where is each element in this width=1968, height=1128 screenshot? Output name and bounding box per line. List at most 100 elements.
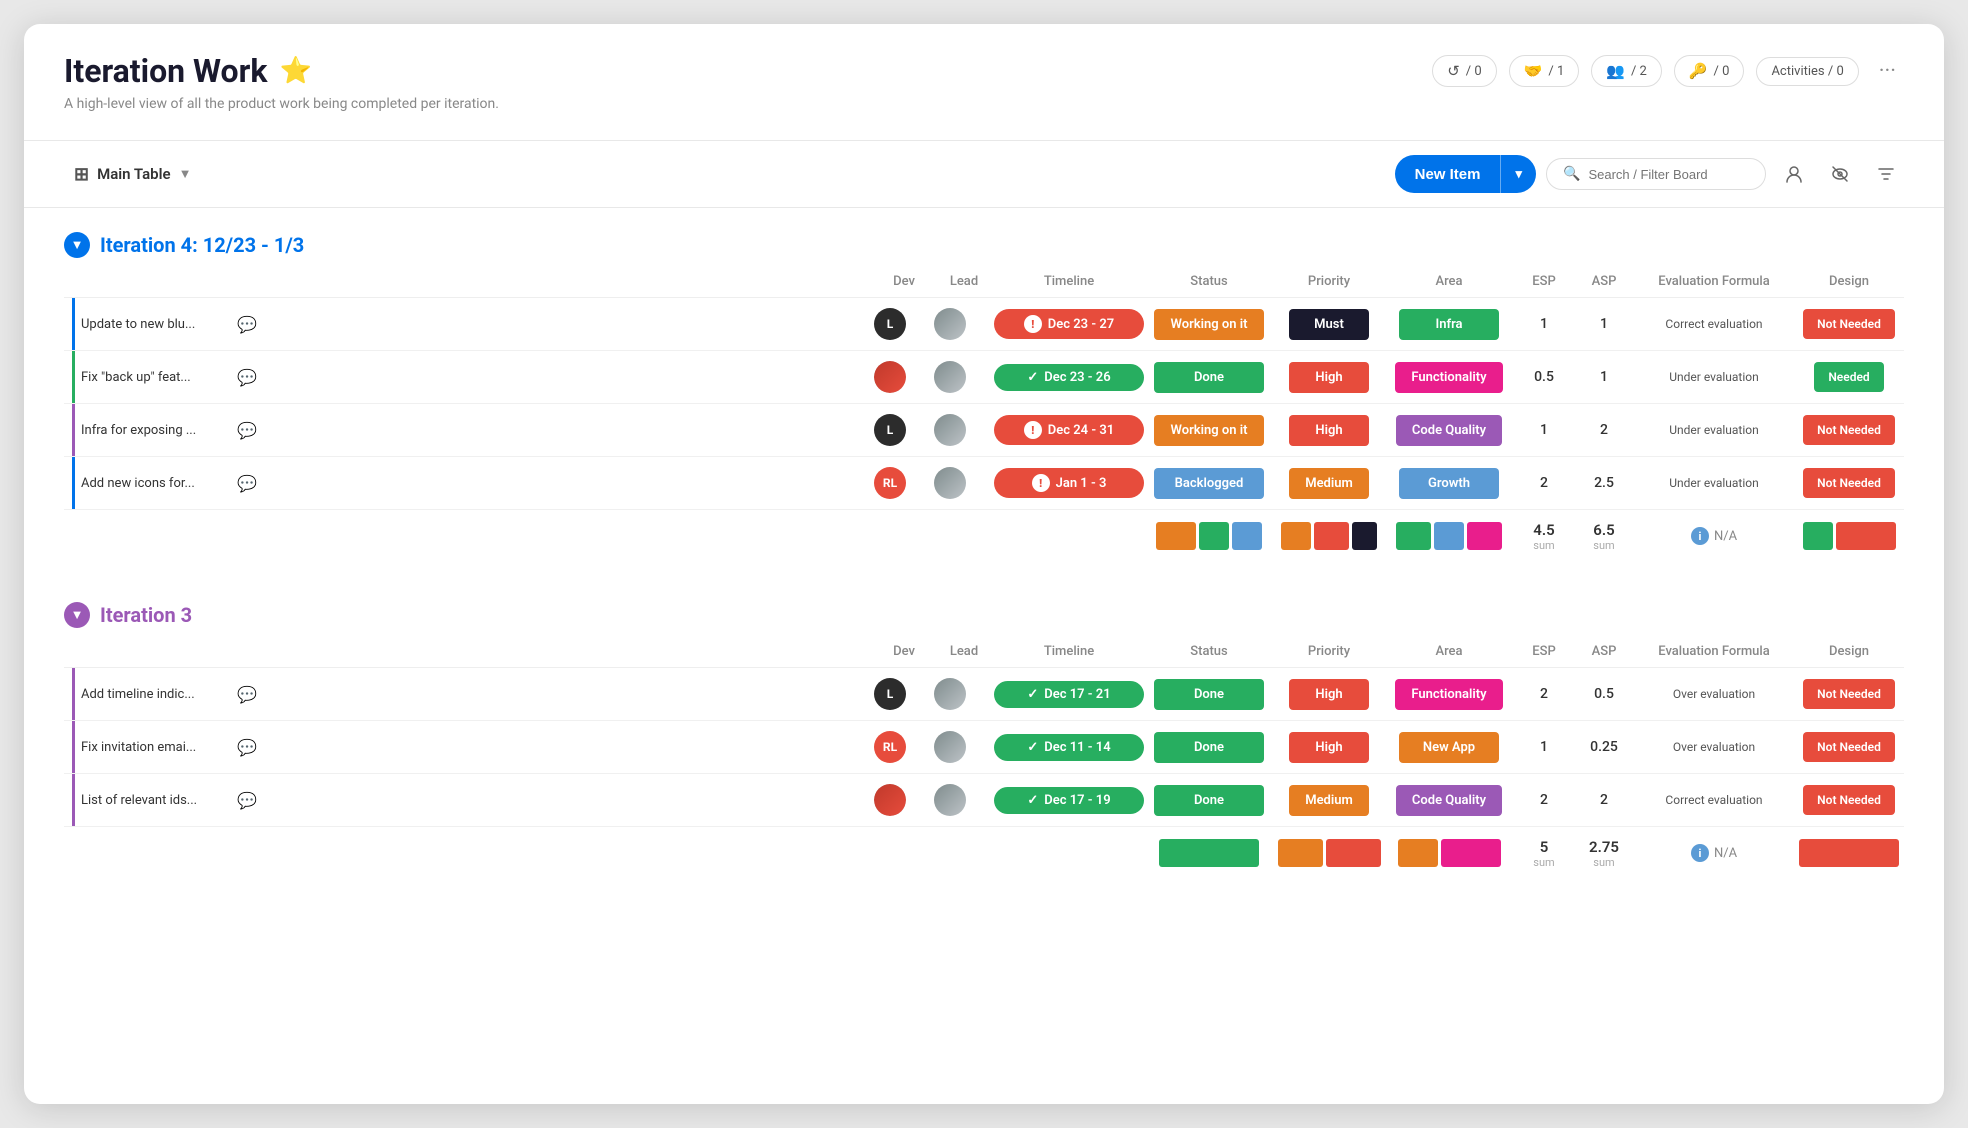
priority-chip: Must (1289, 309, 1369, 340)
lead-avatar (934, 784, 966, 816)
comment-icon[interactable]: 💬 (237, 685, 257, 704)
main-table-button[interactable]: ⊞ Main Table ▼ (64, 158, 201, 191)
col-header-lead: Lead (934, 636, 994, 668)
priority-chip: Medium (1289, 785, 1369, 816)
item-name: Add new icons for... (81, 476, 231, 491)
col-header-area: Area (1384, 636, 1514, 668)
area-chip: New App (1399, 732, 1499, 763)
check-icon: ✓ (1027, 740, 1038, 755)
row-border (72, 668, 75, 720)
asp-sum-label: sum (1574, 856, 1634, 869)
design-swatch-not-needed (1836, 522, 1896, 550)
priority-swatch-medium (1278, 839, 1323, 867)
col-header-esp: ESP (1514, 266, 1574, 298)
hide-icon-button[interactable] (1822, 156, 1858, 192)
user-icon-button[interactable] (1776, 156, 1812, 192)
area-summary-bar (1384, 522, 1514, 550)
table-row: Update to new blu... 💬 L ! Dec 23 - 27 (64, 298, 1904, 351)
col-header-dev: Dev (874, 636, 934, 668)
eval-text: Over evaluation (1673, 687, 1755, 701)
iteration-3-collapse-button[interactable]: ▼ (64, 602, 90, 628)
eval-na-cell: i N/A (1634, 844, 1794, 862)
asp-sum-cell: 2.75 sum (1574, 827, 1634, 879)
eval-text: Under evaluation (1669, 476, 1759, 490)
timeline-badge: ✓ Dec 17 - 19 (994, 787, 1144, 814)
timeline-badge: ! Dec 24 - 31 (994, 415, 1144, 445)
asp-value: 2.5 (1594, 475, 1614, 491)
row-border (72, 351, 75, 403)
lead-avatar (934, 308, 966, 340)
badge-automations[interactable]: ↺ / 0 (1432, 55, 1496, 87)
col-header-timeline: Timeline (994, 636, 1144, 668)
status-chip: Working on it (1154, 415, 1264, 446)
integrations-icon: 🤝 (1524, 62, 1543, 80)
iteration-4-column-headers: Dev Lead Timeline Status Priority Area E… (64, 266, 1904, 298)
esp-sum-cell: 5 sum (1514, 827, 1574, 879)
check-icon: ✓ (1027, 370, 1038, 385)
new-item-dropdown-arrow[interactable]: ▾ (1501, 156, 1536, 192)
area-swatch-newapp (1398, 839, 1438, 867)
row-border (72, 457, 75, 509)
row-border (72, 774, 75, 826)
lead-avatar (934, 361, 966, 393)
comment-icon[interactable]: 💬 (237, 474, 257, 493)
avatar (874, 361, 906, 393)
asp-value: 0.25 (1590, 739, 1618, 755)
permissions-icon: 🔑 (1689, 62, 1708, 80)
area-summary-bar (1384, 839, 1514, 867)
design-chip: Not Needed (1803, 468, 1895, 498)
table-grid-icon: ⊞ (74, 164, 89, 185)
asp-value: 2 (1600, 422, 1608, 438)
asp-sum-value: 2.75 (1574, 838, 1634, 856)
status-summary-bar (1144, 839, 1274, 867)
area-chip: Functionality (1395, 679, 1502, 710)
comment-icon[interactable]: 💬 (237, 421, 257, 440)
iteration-4-table: Dev Lead Timeline Status Priority Area E… (64, 266, 1904, 562)
iteration-4-summary-row: 4.5 sum 6.5 sum i N/A (64, 510, 1904, 562)
comment-icon[interactable]: 💬 (237, 738, 257, 757)
info-icon: i (1691, 527, 1709, 545)
esp-value: 2 (1540, 792, 1548, 808)
asp-sum-value: 6.5 (1574, 521, 1634, 539)
automations-icon: ↺ (1447, 62, 1460, 80)
comment-icon[interactable]: 💬 (237, 368, 257, 387)
row-border (72, 298, 75, 350)
comment-icon[interactable]: 💬 (237, 791, 257, 810)
toolbar: ⊞ Main Table ▼ New Item ▾ 🔍 (24, 141, 1944, 208)
asp-value: 1 (1600, 316, 1608, 332)
timeline-badge: ✓ Dec 11 - 14 (994, 734, 1144, 761)
chevron-down-icon: ▼ (179, 166, 192, 182)
check-icon: ✓ (1027, 687, 1038, 702)
esp-sum-cell: 4.5 sum (1514, 510, 1574, 562)
timeline-badge: ✓ Dec 23 - 26 (994, 364, 1144, 391)
new-item-button[interactable]: New Item ▾ (1395, 155, 1536, 193)
na-label: N/A (1714, 846, 1737, 861)
badge-activities[interactable]: Activities / 0 (1756, 57, 1858, 86)
iteration-3-title: Iteration 3 (100, 603, 192, 627)
table-name-label: Main Table (97, 165, 170, 183)
esp-sum-value: 4.5 (1514, 521, 1574, 539)
search-input[interactable] (1588, 167, 1749, 182)
table-row: Add timeline indic... 💬 L ✓ Dec 17 - 21 (64, 668, 1904, 721)
area-swatch-functionality (1467, 522, 1502, 550)
badge-people[interactable]: 👥 / 2 (1591, 55, 1662, 87)
comment-icon[interactable]: 💬 (237, 315, 257, 334)
more-options-button[interactable]: ··· (1871, 55, 1904, 88)
filter-icon-button[interactable] (1868, 156, 1904, 192)
people-count: / 2 (1631, 64, 1647, 79)
eval-text: Correct evaluation (1665, 317, 1762, 331)
iteration-4-block: ▼ Iteration 4: 12/23 - 1/3 Dev Lead Time… (64, 232, 1904, 562)
design-chip: Not Needed (1803, 309, 1895, 339)
col-header-eval: Evaluation Formula (1634, 266, 1794, 298)
esp-value: 2 (1540, 475, 1548, 491)
priority-swatch-high (1314, 522, 1349, 550)
exclaim-icon: ! (1024, 315, 1042, 333)
badge-permissions[interactable]: 🔑 / 0 (1674, 55, 1745, 87)
iteration-4-collapse-button[interactable]: ▼ (64, 232, 90, 258)
priority-chip: High (1289, 732, 1369, 763)
avatar: L (874, 678, 906, 710)
badge-integrations[interactable]: 🤝 / 1 (1509, 55, 1580, 87)
search-box[interactable]: 🔍 (1546, 158, 1766, 190)
asp-value: 0.5 (1594, 686, 1614, 702)
iteration-3-header: ▼ Iteration 3 (64, 602, 1904, 628)
